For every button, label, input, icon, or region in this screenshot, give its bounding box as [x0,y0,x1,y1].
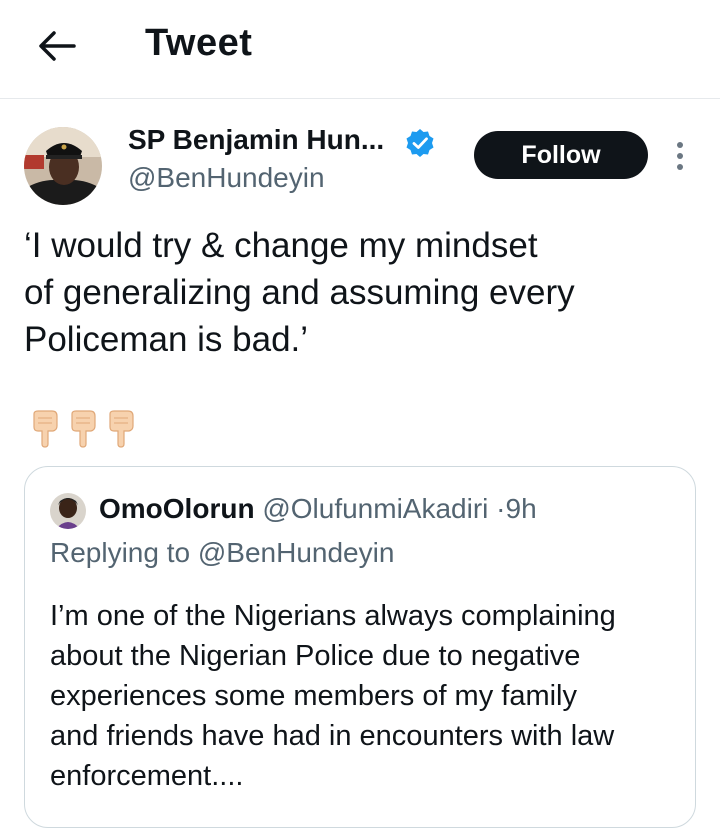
tweet-text: ‘I would try & change my mindset of gene… [24,222,684,363]
quoted-tweet-text: I’m one of the Nigerians always complain… [50,596,690,796]
pointing-down-hand-icon [71,410,96,448]
tweet-text-line: ‘I would try & change my mindset [24,226,538,265]
author-handle[interactable]: @BenHundeyin [128,162,325,194]
quoted-author-avatar [50,493,86,529]
tweet-text-line: Policeman is bad.’ [24,320,309,359]
back-arrow-icon[interactable] [34,26,78,66]
quoted-text-line: enforcement.... [50,760,244,792]
quoted-text-line: experiences some members of my family [50,680,577,712]
quoted-tweet-header: OmoOlorun @OlufunmiAkadiri ·9h [99,493,537,525]
pointing-down-hand-icon [33,410,58,448]
verified-badge-icon [406,129,434,157]
separator-dot: · [496,493,506,524]
quoted-text-line: and friends have had in encounters with … [50,720,615,752]
quoted-text-line: about the Nigerian Police due to negativ… [50,640,581,672]
author-name[interactable]: SP Benjamin Hun... [128,124,384,156]
follow-button[interactable]: Follow [474,131,648,179]
pointing-down-hand-icon [109,410,134,448]
top-bar: Tweet [0,0,720,99]
quoted-text-line: I’m one of the Nigerians always complain… [50,600,616,632]
more-options-icon[interactable] [670,140,690,172]
quoted-tweet[interactable]: OmoOlorun @OlufunmiAkadiri ·9h Replying … [24,466,696,828]
replying-to: Replying to @BenHundeyin [50,537,395,568]
author-avatar[interactable] [24,127,102,205]
page-title: Tweet [145,22,253,64]
quoted-timestamp: 9h [505,493,537,524]
quoted-author-handle: @OlufunmiAkadiri [262,493,489,524]
tweet-text-line: of generalizing and assuming every [24,273,575,312]
quoted-author-name: OmoOlorun [99,493,255,524]
emoji-row [30,410,136,448]
